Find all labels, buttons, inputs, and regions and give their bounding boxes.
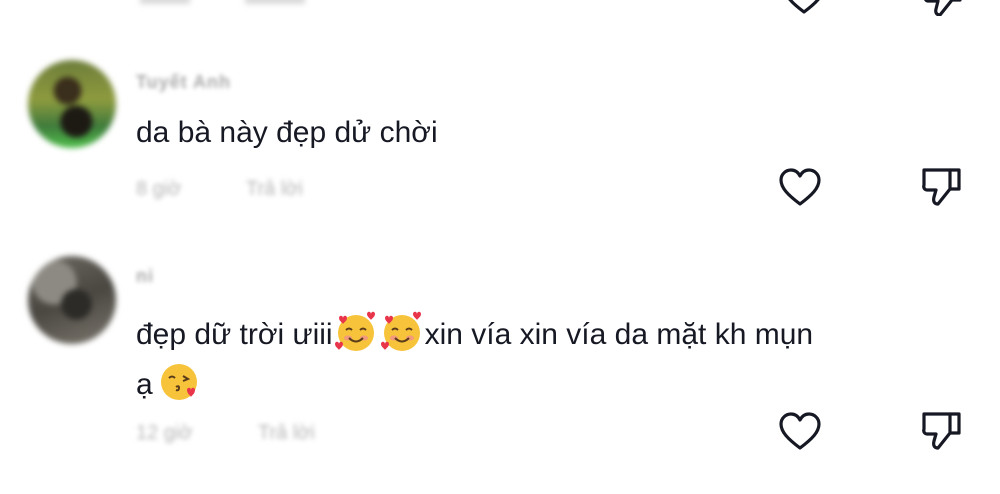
heart-icon[interactable] bbox=[778, 412, 822, 452]
previous-comment-time bbox=[140, 0, 190, 4]
thumbs-down-icon[interactable] bbox=[922, 0, 964, 16]
comment-text-part: ạ bbox=[136, 368, 153, 401]
face-blowing-kiss-emoji-icon bbox=[160, 364, 197, 400]
heart-icon[interactable] bbox=[778, 168, 822, 208]
thumbs-down-icon[interactable] bbox=[920, 410, 964, 452]
previous-comment-reply bbox=[245, 0, 305, 4]
comment-text: da bà này đẹp dử chời bbox=[136, 116, 438, 149]
avatar[interactable] bbox=[28, 60, 116, 148]
comment-text-part: đẹp dữ trời ưiii bbox=[136, 318, 333, 351]
reply-button[interactable]: Trả lời bbox=[258, 422, 315, 445]
thumbs-down-icon[interactable] bbox=[920, 166, 964, 208]
reply-button[interactable]: Trả lời bbox=[246, 178, 303, 201]
comment-text: đẹp dữ trời ưiii xin vía xin vía da mặt … bbox=[136, 310, 813, 358]
smiling-face-with-hearts-emoji-icon bbox=[334, 311, 375, 351]
comment-time: 8 giờ bbox=[136, 178, 182, 200]
comment-text-part: xin vía xin vía da mặt kh mụn bbox=[424, 318, 814, 351]
heart-icon[interactable] bbox=[782, 0, 826, 16]
smiling-face-with-hearts-emoji-icon bbox=[380, 311, 421, 351]
comment-username[interactable]: Tuyết Anh bbox=[136, 72, 231, 93]
avatar[interactable] bbox=[28, 256, 116, 344]
comment-text-line2: ạ bbox=[136, 360, 203, 408]
comment-time: 12 giờ bbox=[136, 422, 193, 444]
comment-username[interactable]: ni bbox=[136, 266, 154, 287]
previous-comment-remnant bbox=[0, 0, 1000, 16]
